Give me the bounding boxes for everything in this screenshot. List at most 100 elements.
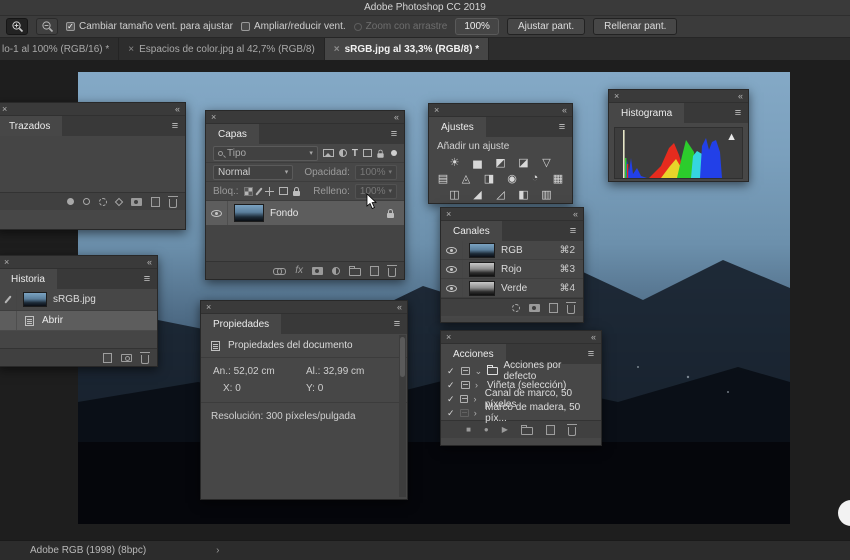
collapse-icon[interactable]: « — [738, 91, 743, 101]
color-lookup-icon[interactable]: ▦ — [551, 172, 565, 185]
hue-saturation-icon[interactable]: ▤ — [436, 172, 450, 185]
channel-visibility-toggle[interactable] — [441, 279, 463, 297]
stop-icon[interactable]: ■ — [466, 425, 471, 434]
action-row[interactable]: ✓ › Marco de madera, 50 píx... — [441, 406, 601, 420]
close-icon[interactable]: × — [446, 209, 451, 219]
panel-menu-icon[interactable]: ≡ — [552, 117, 572, 137]
blend-mode-dropdown[interactable]: Normal ▾ — [213, 165, 293, 180]
modal-dialog-toggle-icon[interactable] — [461, 367, 470, 375]
tab-capas[interactable]: Capas — [206, 124, 259, 144]
add-layer-mask-icon[interactable] — [312, 267, 323, 275]
exposure-icon[interactable]: ◪ — [517, 156, 531, 169]
panel-menu-icon[interactable]: ≡ — [387, 314, 407, 334]
chevron-collapsed-icon[interactable]: › — [475, 380, 482, 390]
new-action-icon[interactable] — [546, 425, 555, 435]
lock-position-icon[interactable] — [265, 187, 274, 196]
add-mask-icon[interactable] — [131, 198, 142, 206]
collapse-icon[interactable]: « — [397, 302, 402, 312]
tab-propiedades[interactable]: Propiedades — [201, 314, 281, 334]
new-layer-icon[interactable] — [370, 266, 379, 276]
tab-acciones[interactable]: Acciones — [441, 344, 506, 364]
tab-histograma[interactable]: Histograma — [609, 103, 684, 123]
stroke-path-icon[interactable] — [83, 198, 90, 205]
chevron-collapsed-icon[interactable]: › — [473, 394, 479, 404]
warning-icon[interactable]: ▲ — [726, 131, 737, 143]
collapse-icon[interactable]: « — [573, 209, 578, 219]
document-tab-2[interactable]: × Espacios de color.jpg al 42,7% (RGB/8) — [119, 38, 325, 60]
modal-dialog-toggle-icon[interactable] — [461, 381, 470, 389]
collapse-icon[interactable]: « — [175, 104, 180, 114]
close-icon[interactable]: × — [334, 44, 340, 55]
new-set-icon[interactable] — [521, 427, 533, 435]
photo-filter-icon[interactable]: ◉ — [505, 172, 519, 185]
channel-visibility-toggle[interactable] — [441, 260, 463, 278]
save-selection-icon[interactable] — [529, 304, 540, 312]
channel-visibility-toggle[interactable] — [441, 241, 463, 259]
brightness-contrast-icon[interactable]: ☀ — [448, 156, 462, 169]
channel-row-rojo[interactable]: Rojo ⌘3 — [441, 260, 583, 279]
layer-thumbnail[interactable] — [234, 204, 264, 222]
paths-list-empty[interactable] — [0, 136, 185, 192]
close-icon[interactable]: × — [211, 112, 216, 122]
collapse-icon[interactable]: « — [394, 112, 399, 122]
action-set-row[interactable]: ✓ ⌄ Acciones por defecto — [441, 364, 601, 378]
vibrance-icon[interactable]: ▽ — [540, 156, 554, 169]
zoom-out-tool-button[interactable] — [36, 18, 58, 35]
tab-historia[interactable]: Historia — [0, 269, 57, 289]
threshold-icon[interactable]: ◿ — [494, 188, 508, 201]
close-icon[interactable]: × — [446, 332, 451, 342]
tab-trazados[interactable]: Trazados — [0, 116, 62, 136]
gradient-map-icon[interactable]: ▥ — [540, 188, 554, 201]
history-brush-source-toggle[interactable] — [0, 289, 17, 310]
record-icon[interactable]: ● — [484, 425, 489, 434]
collapse-icon[interactable]: « — [147, 257, 152, 267]
black-white-icon[interactable]: ◨ — [482, 172, 496, 185]
zoom-percentage-input[interactable]: 100% — [455, 18, 499, 35]
history-snapshot-row[interactable]: sRGB.jpg — [0, 289, 157, 311]
lock-paint-icon[interactable] — [255, 187, 262, 195]
history-step-row-selected[interactable]: Abrir — [0, 311, 157, 331]
lock-transparency-icon[interactable] — [244, 187, 253, 196]
history-list-empty[interactable] — [0, 331, 157, 348]
new-channel-icon[interactable] — [549, 303, 558, 313]
levels-icon[interactable]: ▅ — [471, 156, 485, 169]
checkmark-icon[interactable]: ✓ — [447, 366, 456, 377]
tab-ajustes[interactable]: Ajustes — [429, 117, 486, 137]
opacity-value-box[interactable]: 100% ▾ — [355, 165, 397, 180]
fit-screen-button[interactable]: Ajustar pant. — [507, 18, 585, 35]
history-brush-source-toggle[interactable] — [0, 311, 17, 330]
curves-icon[interactable]: ◩ — [494, 156, 508, 169]
fill-screen-button[interactable]: Rellenar pant. — [593, 18, 677, 35]
chevron-expanded-icon[interactable]: ⌄ — [475, 366, 482, 377]
checkmark-icon[interactable]: ✓ — [447, 408, 455, 419]
layer-effects-icon[interactable]: fx — [295, 265, 303, 276]
filter-type-layers-icon[interactable]: T — [352, 148, 358, 159]
panel-menu-icon[interactable]: ≡ — [563, 221, 583, 241]
selective-color-icon[interactable]: ◧ — [517, 188, 531, 201]
panel-menu-icon[interactable]: ≡ — [165, 116, 185, 136]
lock-artboard-icon[interactable] — [279, 187, 288, 195]
close-icon[interactable]: × — [206, 302, 211, 312]
channel-row-verde[interactable]: Verde ⌘4 — [441, 279, 583, 298]
document-tab-3-active[interactable]: × sRGB.jpg al 33,3% (RGB/8) * — [325, 38, 489, 60]
tab-canales[interactable]: Canales — [441, 221, 502, 241]
link-layers-icon[interactable] — [273, 268, 286, 274]
close-icon[interactable]: × — [434, 105, 439, 115]
play-icon[interactable]: ▶ — [502, 425, 508, 434]
zoom-all-windows-checkbox[interactable]: Ampliar/reducir vent. — [241, 21, 346, 32]
new-path-icon[interactable] — [151, 197, 160, 207]
layer-visibility-toggle[interactable] — [206, 201, 228, 225]
new-adjustment-layer-icon[interactable] — [332, 267, 340, 275]
close-icon[interactable]: × — [614, 91, 619, 101]
scrollbar[interactable] — [399, 335, 406, 497]
close-icon[interactable]: × — [4, 257, 9, 267]
checkmark-icon[interactable]: ✓ — [447, 394, 455, 405]
chevron-collapsed-icon[interactable]: › — [474, 408, 480, 418]
make-work-path-icon[interactable] — [115, 197, 123, 205]
trash-icon[interactable] — [388, 268, 396, 277]
filter-toggle-icon[interactable] — [391, 150, 397, 156]
load-channel-selection-icon[interactable] — [512, 304, 520, 312]
trash-icon[interactable] — [568, 427, 576, 436]
panel-menu-icon[interactable]: ≡ — [137, 269, 157, 289]
new-document-from-state-icon[interactable] — [103, 353, 112, 363]
